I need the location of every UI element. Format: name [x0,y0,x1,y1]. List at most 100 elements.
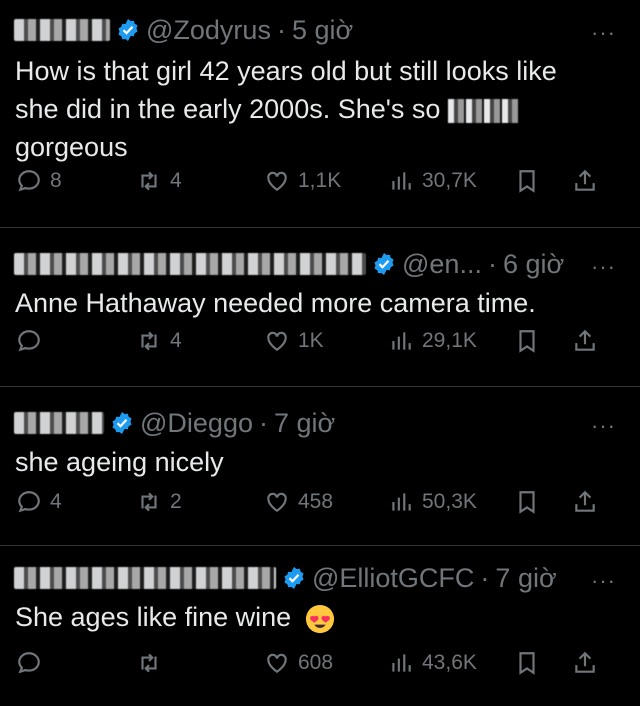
post-text-fragment: She ages like fine wine [15,602,292,632]
like-count: 1K [298,329,324,352]
post-time[interactable]: 7 giờ [274,408,335,439]
reply-icon [16,489,42,515]
share-button[interactable] [572,489,598,515]
post-time[interactable]: 6 giờ [503,249,564,280]
repost-icon [136,168,162,194]
post-text-fragment: she did in the early 2000s. She's so [15,94,441,124]
post-time[interactable]: 5 giờ [292,15,353,46]
heart-icon [264,328,290,354]
share-button[interactable] [572,650,598,676]
verified-badge-icon [110,411,134,435]
like-count: 458 [298,490,334,513]
repost-count: 2 [170,490,182,513]
share-icon [572,489,598,515]
repost-button[interactable]: 4 [136,328,182,354]
views-button[interactable]: 30,7K [388,168,477,194]
post-header: @en... · 6 giờ [14,246,564,282]
views-button[interactable]: 50,3K [388,489,477,515]
view-count: 43,6K [422,651,477,674]
separator-dot: · [480,562,490,593]
repost-count: 4 [170,169,182,192]
reply-button[interactable] [16,328,50,354]
reply-count: 4 [50,490,62,513]
more-options-icon[interactable]: ··· [591,568,616,594]
separator-dot: · [276,14,286,45]
post-header: @Zodyrus · 5 giờ [14,12,353,48]
reply-post[interactable]: @Zodyrus · 5 giờ ··· How is that girl 42… [0,0,640,228]
reply-post[interactable]: @en... · 6 giờ ··· Anne Hathaway needed … [0,228,640,387]
bookmark-button[interactable] [514,650,540,676]
like-button[interactable]: 458 [264,489,333,515]
post-text: How is that girl 42 years old but still … [15,52,600,166]
reply-post[interactable]: @Dieggo · 7 giờ ··· she ageing nicely 4 … [0,387,640,546]
repost-button[interactable]: 4 [136,168,182,194]
share-icon [572,328,598,354]
bookmark-button[interactable] [514,489,540,515]
heart-eyes-emoji-icon [305,604,334,633]
separator-dot: · [258,407,268,438]
reply-count: 8 [50,169,62,192]
like-button[interactable]: 608 [264,650,333,676]
action-bar: 8 4 1,1K 30,7K [0,168,640,208]
reply-button[interactable]: 4 [16,489,62,515]
post-header: @ElliotGCFC · 7 giờ [14,560,557,596]
views-icon [388,489,414,515]
heart-icon [264,168,290,194]
separator-dot: · [487,248,497,279]
reply-button[interactable] [16,650,50,676]
views-icon [388,168,414,194]
more-options-icon[interactable]: ··· [591,413,616,439]
repost-button[interactable]: 2 [136,489,182,515]
bookmark-button[interactable] [514,168,540,194]
post-text-line: gorgeous [15,132,128,162]
bookmark-icon [514,650,540,676]
verified-badge-icon [282,566,306,590]
view-count: 29,1K [422,329,477,352]
bookmark-icon [514,489,540,515]
author-handle[interactable]: @ElliotGCFC [312,563,474,594]
post-text: Anne Hathaway needed more camera time. [15,288,536,318]
author-handle[interactable]: @Dieggo [140,408,253,439]
reply-post[interactable]: @ElliotGCFC · 7 giờ ··· She ages like fi… [0,546,640,706]
like-button[interactable]: 1,1K [264,168,341,194]
repost-icon [136,489,162,515]
author-handle[interactable]: @en... [402,249,482,280]
action-bar: 4 2 458 50,3K [0,489,640,529]
bookmark-icon [514,328,540,354]
like-button[interactable]: 1K [264,328,324,354]
repost-icon [136,650,162,676]
share-icon [572,168,598,194]
blurred-display-name [14,567,276,589]
heart-icon [264,650,290,676]
views-icon [388,650,414,676]
bookmark-button[interactable] [514,328,540,354]
blurred-display-name [14,412,104,434]
reply-button[interactable]: 8 [16,168,62,194]
post-time[interactable]: 7 giờ [495,563,556,594]
more-options-icon[interactable]: ··· [591,254,616,280]
blurred-word [447,98,518,123]
reply-icon [16,168,42,194]
action-bar: 4 1K 29,1K [0,328,640,368]
post-text-line: How is that girl 42 years old but still … [15,56,557,86]
bookmark-icon [514,168,540,194]
share-icon [572,650,598,676]
views-button[interactable]: 29,1K [388,328,477,354]
share-button[interactable] [572,328,598,354]
verified-badge-icon [116,18,140,42]
post-header: @Dieggo · 7 giờ [14,405,335,441]
post-text: She ages like fine wine [15,598,600,636]
author-handle[interactable]: @Zodyrus [146,15,271,46]
share-button[interactable] [572,168,598,194]
reply-feed: @Zodyrus · 5 giờ ··· How is that girl 42… [0,0,640,706]
repost-icon [136,328,162,354]
repost-button[interactable] [136,650,170,676]
more-options-icon[interactable]: ··· [591,20,616,46]
reply-icon [16,328,42,354]
heart-icon [264,489,290,515]
view-count: 30,7K [422,169,477,192]
post-text-line: she did in the early 2000s. She's so [15,90,600,128]
views-button[interactable]: 43,6K [388,650,477,676]
blurred-display-name [14,19,110,41]
post-text: she ageing nicely [15,447,224,477]
